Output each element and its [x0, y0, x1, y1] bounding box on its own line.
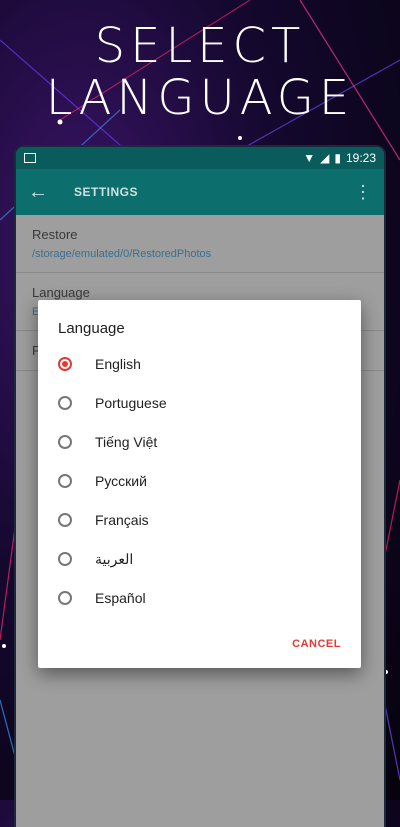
option-label: Español — [95, 590, 146, 606]
option-label: Français — [95, 512, 149, 528]
radio-button[interactable] — [58, 474, 72, 488]
app-toolbar: ← SETTINGS ⋮ — [16, 169, 384, 215]
language-option[interactable]: Portuguese — [58, 389, 338, 417]
option-label: Portuguese — [95, 395, 167, 411]
language-dialog: Language English Portuguese Tiếng Việt Р… — [38, 300, 361, 668]
radio-button[interactable] — [58, 435, 72, 449]
option-label: English — [95, 356, 141, 372]
battery-icon: ▮ — [334, 151, 341, 165]
status-time: 19:23 — [345, 151, 376, 165]
language-option[interactable]: Tiếng Việt — [58, 428, 338, 456]
gallery-notification-icon — [24, 153, 36, 163]
promo-line-1: SELECT — [94, 18, 306, 74]
cancel-button[interactable]: CANCEL — [292, 638, 341, 650]
dialog-title: Language — [58, 320, 125, 337]
language-option[interactable]: Español — [58, 584, 338, 612]
radio-button[interactable] — [58, 591, 72, 605]
option-label: Tiếng Việt — [95, 434, 158, 450]
promo-line-2: LANGUAGE — [45, 70, 355, 126]
signal-icon: ◢ — [320, 151, 330, 165]
radio-button[interactable] — [58, 396, 72, 410]
promo-headline: SELECT LANGUAGE — [0, 20, 400, 124]
option-label: العربية — [95, 550, 134, 567]
status-bar: ▼ ◢ ▮ 19:23 — [16, 147, 384, 169]
more-vert-icon[interactable]: ⋮ — [354, 182, 372, 203]
wifi-icon: ▼ — [303, 151, 316, 165]
pref-title: Restore — [32, 227, 78, 242]
pref-summary: /storage/emulated/0/RestoredPhotos — [32, 248, 212, 260]
radio-button[interactable] — [58, 552, 72, 566]
pref-restore[interactable]: Restore /storage/emulated/0/RestoredPhot… — [16, 215, 384, 273]
language-option[interactable]: Français — [58, 506, 338, 534]
language-option[interactable]: English — [58, 350, 338, 378]
language-option[interactable]: Русский — [58, 467, 338, 495]
radio-button-checked[interactable] — [58, 357, 72, 371]
pref-title: Language — [32, 285, 90, 300]
language-option[interactable]: العربية — [58, 545, 338, 573]
radio-button[interactable] — [58, 513, 72, 527]
arrow-back-icon[interactable]: ← — [28, 181, 62, 204]
option-label: Русский — [95, 473, 147, 489]
toolbar-title: SETTINGS — [74, 185, 139, 199]
